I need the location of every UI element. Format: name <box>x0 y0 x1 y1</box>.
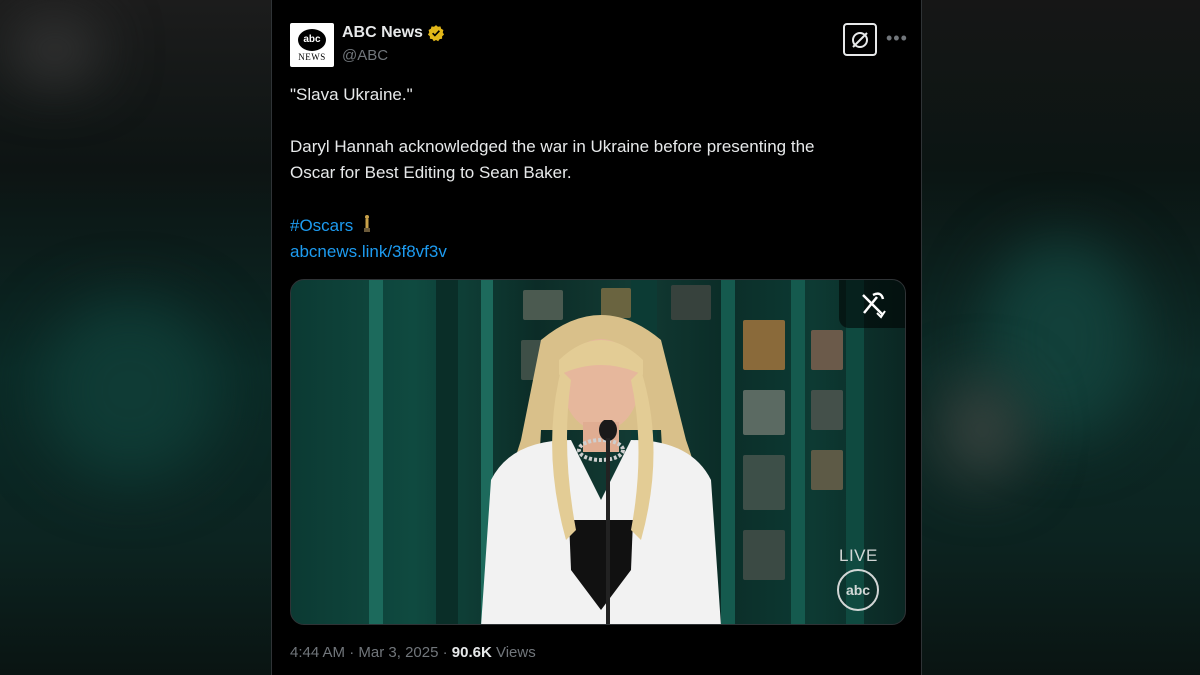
views-label: Views <box>495 644 536 661</box>
tweet-date[interactable]: Mar 3, 2025 <box>358 644 438 661</box>
views-count: 90.6K <box>451 644 492 661</box>
stage-pillar <box>436 280 458 624</box>
background-screen <box>811 390 843 430</box>
stage-pillar <box>791 280 805 624</box>
author-handle[interactable]: @ABC <box>342 47 388 64</box>
hashtag-link[interactable]: #Oscars <box>290 216 353 235</box>
oscar-statuette-icon <box>364 215 371 232</box>
tweet-quote: "Slava Ukraine." <box>290 85 413 104</box>
verified-badge-icon <box>427 25 444 42</box>
background-screen <box>743 390 785 435</box>
author-name-row[interactable]: ABC News <box>342 24 445 42</box>
grok-button[interactable] <box>843 23 877 56</box>
live-label: LIVE <box>839 546 878 565</box>
more-options-icon[interactable]: ••• <box>886 28 908 49</box>
meta-separator: · <box>442 644 448 661</box>
video-overlay-button[interactable] <box>839 280 905 328</box>
background-screen <box>743 530 785 580</box>
background-screen <box>743 455 785 510</box>
avatar[interactable]: abc NEWS <box>290 23 334 67</box>
microphone <box>599 420 617 624</box>
meta-separator: · <box>349 644 355 661</box>
background-screen <box>811 330 843 370</box>
tweet-link-row: abcnews.link/3f8vf3v <box>290 239 890 265</box>
stage-pillar <box>369 280 383 624</box>
tweet-hashtag-row: #Oscars <box>290 213 890 239</box>
tweet-card: abc NEWS ABC News @ABC ••• "Slava Ukrain… <box>271 0 922 675</box>
tweet-body-line: Daryl Hannah acknowledged the war in Ukr… <box>290 137 815 156</box>
tweet-body: Daryl Hannah acknowledged the war in Ukr… <box>290 134 890 186</box>
background-screen <box>743 320 785 370</box>
tweet-body-line: Oscar for Best Editing to Sean Baker. <box>290 163 572 182</box>
tweet-time[interactable]: 4:44 AM <box>290 644 345 661</box>
external-link[interactable]: abcnews.link/3f8vf3v <box>290 242 447 261</box>
video-player[interactable]: LIVE abc <box>290 279 906 625</box>
blurred-background-right <box>922 0 1200 675</box>
abc-network-logo: abc <box>837 569 879 611</box>
abc-logo: abc <box>298 28 326 51</box>
avatar-news-label: NEWS <box>298 51 326 62</box>
background-screen <box>811 450 843 490</box>
crossed-out-wrench-icon <box>862 292 886 319</box>
author-name[interactable]: ABC News <box>342 24 423 42</box>
tweet-metadata: 4:44 AM · Mar 3, 2025 · 90.6K Views <box>290 644 536 661</box>
blurred-background-left <box>0 0 271 675</box>
grok-icon <box>852 31 868 48</box>
